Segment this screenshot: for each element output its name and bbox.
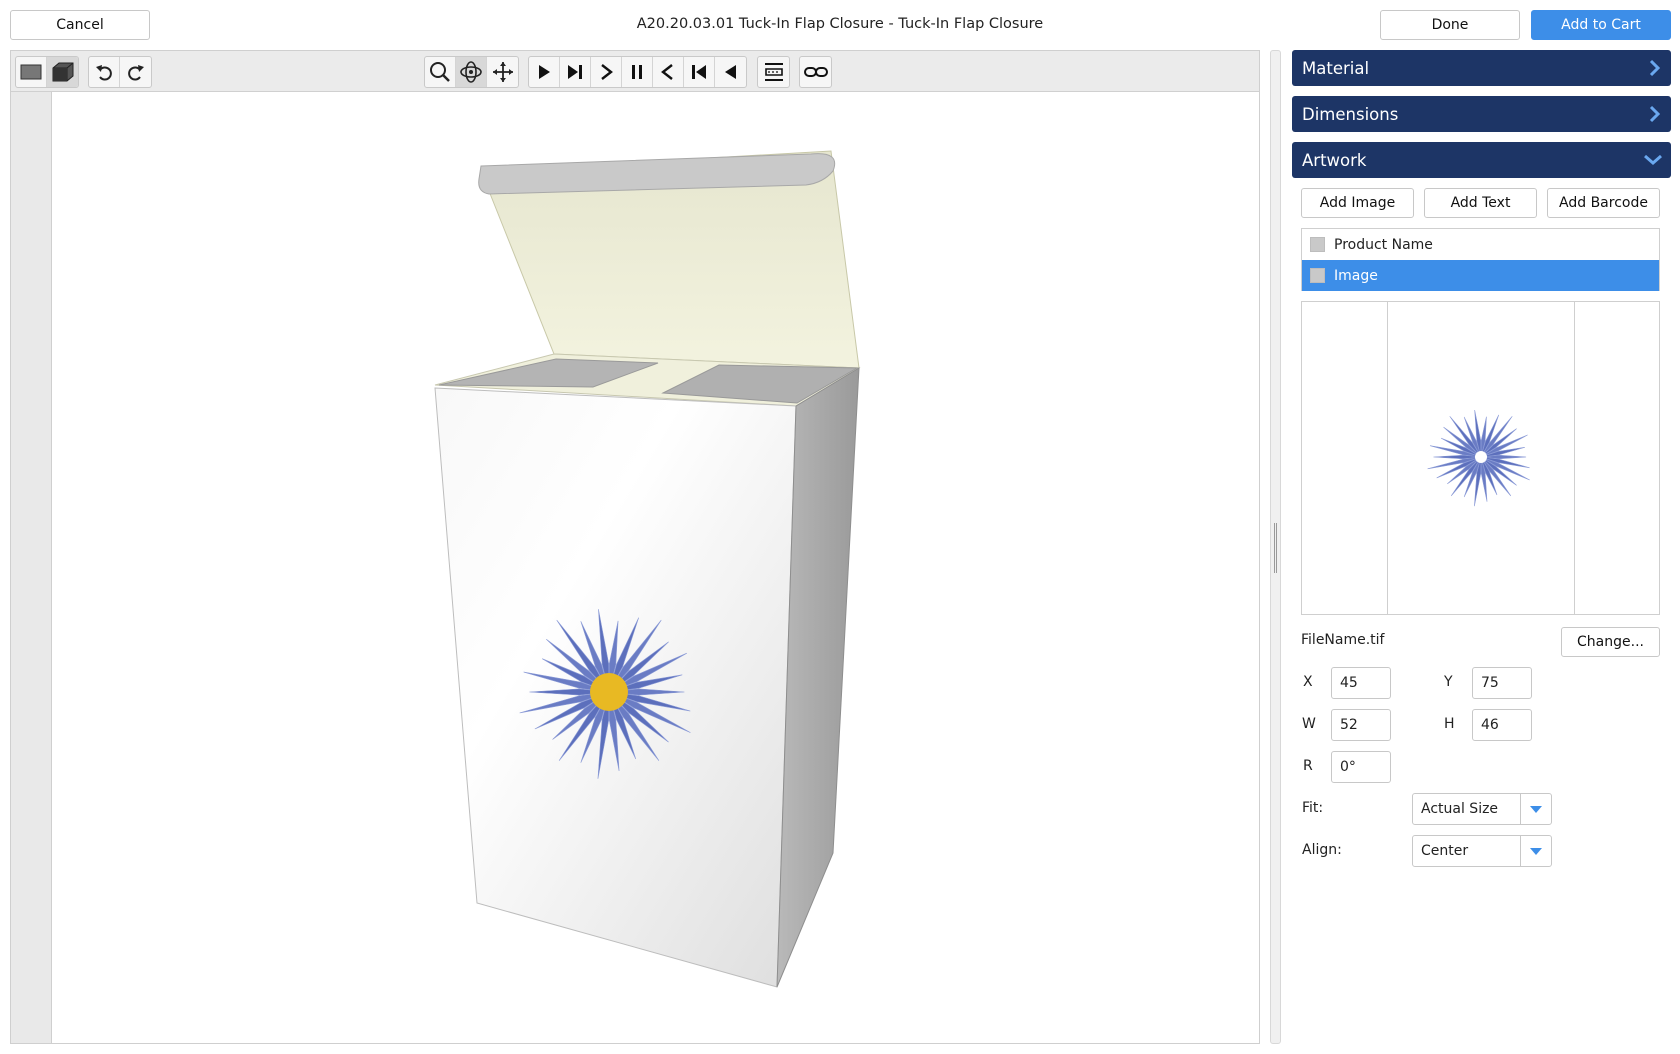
dropdown-arrow-icon[interactable]: [1520, 836, 1551, 866]
layer-label: Image: [1334, 267, 1378, 284]
skip-to-start-icon[interactable]: [684, 57, 715, 87]
link-group: [799, 56, 832, 88]
artwork-preview[interactable]: [1301, 301, 1660, 615]
w-label: W: [1302, 716, 1316, 732]
fit-select[interactable]: Actual Size: [1412, 793, 1552, 825]
dimensions-section-header[interactable]: Dimensions: [1292, 96, 1671, 132]
skip-to-end-icon[interactable]: [560, 57, 591, 87]
box-3d-model[interactable]: [52, 92, 1259, 1043]
undo-icon[interactable]: [89, 57, 120, 87]
dropdown-arrow-icon[interactable]: [1520, 794, 1551, 824]
redo-icon[interactable]: [120, 57, 151, 87]
zoom-icon[interactable]: [425, 57, 456, 87]
x-input[interactable]: 45: [1331, 667, 1391, 699]
step-forward-icon[interactable]: [591, 57, 622, 87]
chevron-right-icon: [1649, 59, 1661, 77]
cancel-button[interactable]: Cancel: [10, 10, 150, 40]
align-select-value: Center: [1421, 843, 1469, 859]
add-to-cart-button[interactable]: Add to Cart: [1531, 10, 1671, 40]
step-back-icon[interactable]: [653, 57, 684, 87]
pan-icon[interactable]: [487, 57, 518, 87]
align-label: Align:: [1302, 842, 1342, 858]
file-name: FileName.tif: [1301, 632, 1385, 648]
viewport-toolbar: [11, 51, 1259, 92]
play-icon[interactable]: [529, 57, 560, 87]
y-label: Y: [1444, 674, 1453, 690]
done-button[interactable]: Done: [1380, 10, 1520, 40]
x-label: X: [1303, 674, 1313, 690]
add-text-button[interactable]: Add Text: [1424, 188, 1537, 218]
r-label: R: [1303, 758, 1313, 774]
viewport-ruler: [11, 92, 52, 1043]
change-file-button[interactable]: Change...: [1561, 627, 1660, 657]
artwork-section-label: Artwork: [1302, 150, 1367, 170]
chevron-right-icon: [1649, 105, 1661, 123]
artwork-layer-list: Product Name Image: [1301, 228, 1660, 291]
splitter-grip-icon: [1274, 523, 1277, 573]
w-input[interactable]: 52: [1331, 709, 1391, 741]
layer-swatch: [1310, 237, 1325, 252]
fold-settings-icon[interactable]: [758, 57, 789, 87]
link-icon[interactable]: [800, 57, 831, 87]
layer-item-image[interactable]: Image: [1302, 260, 1659, 291]
h-label: H: [1444, 716, 1455, 732]
preview-flower-artwork: [1427, 410, 1530, 507]
panel-splitter[interactable]: [1270, 50, 1281, 1044]
flat-view-icon[interactable]: [16, 57, 47, 87]
add-image-button[interactable]: Add Image: [1301, 188, 1414, 218]
chevron-down-icon: [1644, 154, 1662, 165]
pause-icon[interactable]: [622, 57, 653, 87]
add-barcode-button[interactable]: Add Barcode: [1547, 188, 1660, 218]
navigation-group: [424, 56, 519, 88]
align-select[interactable]: Center: [1412, 835, 1552, 867]
h-input[interactable]: 46: [1472, 709, 1532, 741]
dimensions-section-label: Dimensions: [1302, 104, 1399, 124]
orbit-icon[interactable]: [456, 57, 487, 87]
layer-item-product-name[interactable]: Product Name: [1302, 229, 1659, 260]
history-group: [88, 56, 152, 88]
fold-group: [757, 56, 790, 88]
page-title: A20.20.03.01 Tuck-In Flap Closure - Tuck…: [636, 16, 1044, 32]
rotation-input[interactable]: 0°: [1331, 751, 1391, 783]
fit-label: Fit:: [1302, 800, 1324, 816]
fit-select-value: Actual Size: [1421, 801, 1499, 817]
3d-view-icon[interactable]: [47, 57, 78, 87]
material-section-header[interactable]: Material: [1292, 50, 1671, 86]
3d-viewport[interactable]: [10, 50, 1260, 1044]
material-section-label: Material: [1302, 58, 1370, 78]
play-reverse-icon[interactable]: [715, 57, 746, 87]
view-mode-group: [15, 56, 79, 88]
animation-group: [528, 56, 747, 88]
artwork-section-header[interactable]: Artwork: [1292, 142, 1671, 178]
layer-label: Product Name: [1334, 236, 1433, 253]
layer-swatch: [1310, 268, 1325, 283]
y-input[interactable]: 75: [1472, 667, 1532, 699]
